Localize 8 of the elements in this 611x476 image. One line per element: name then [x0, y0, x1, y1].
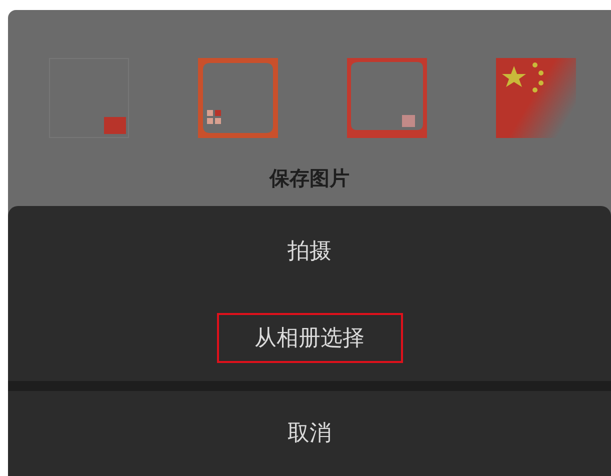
- flag-icon[interactable]: [496, 58, 576, 138]
- save-image-title: 保存图片: [270, 166, 350, 190]
- flag-frame-icon[interactable]: [48, 58, 129, 138]
- sheet-option[interactable]: 从相册选择: [216, 313, 402, 364]
- frame-icon[interactable]: [347, 58, 428, 138]
- cancel-button[interactable]: 取消: [250, 408, 370, 458]
- frame-icon[interactable]: [198, 58, 278, 138]
- sheet-option[interactable]: 拍摄: [250, 226, 370, 276]
